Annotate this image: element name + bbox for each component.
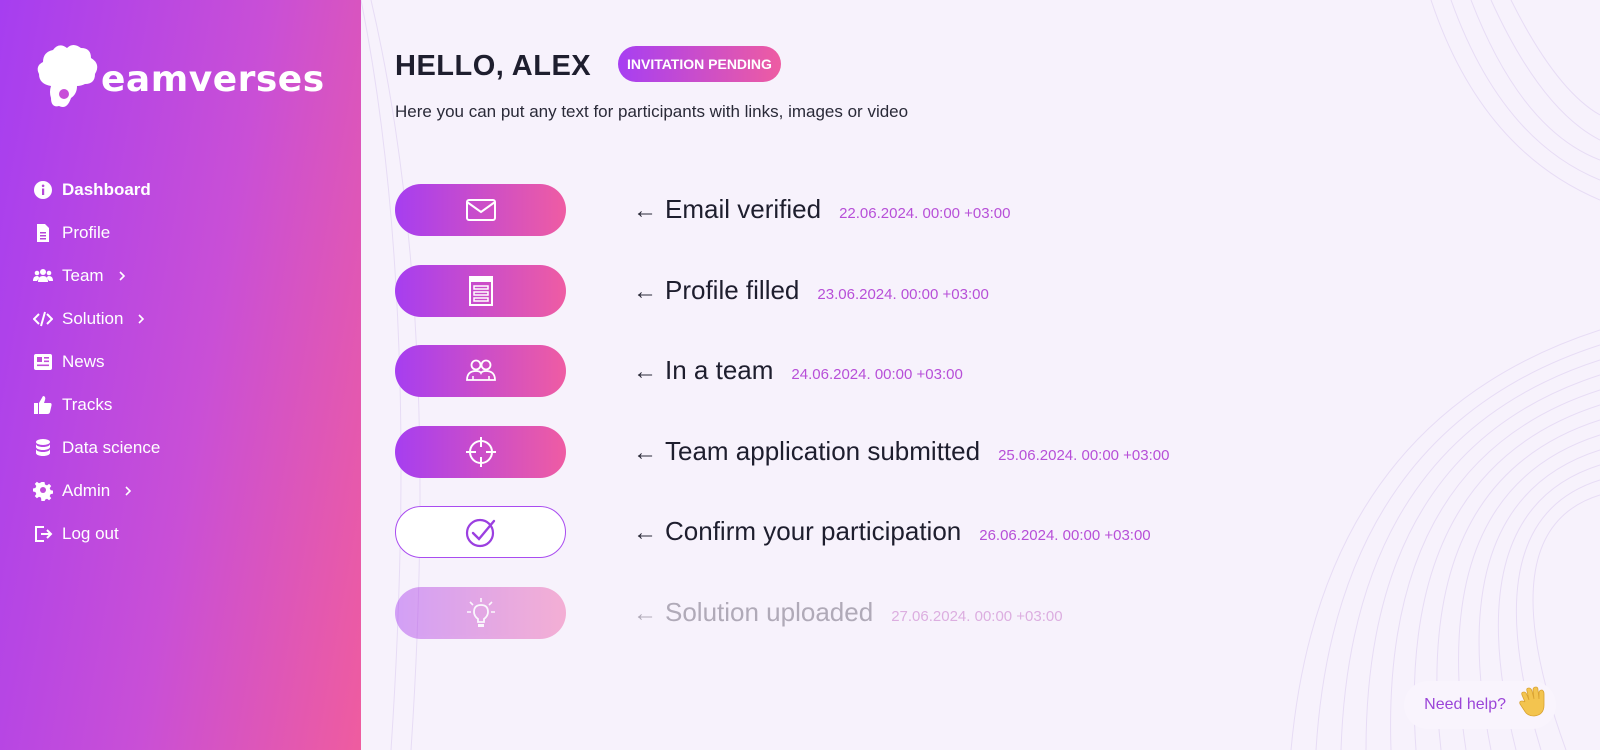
chevron-right-icon bbox=[137, 313, 147, 325]
database-icon bbox=[33, 438, 53, 458]
team-icon bbox=[465, 359, 496, 381]
step-label: ← In a team 24.06.2024. 00:00 +03:00 bbox=[633, 355, 963, 386]
document-icon bbox=[33, 223, 53, 243]
page-title: HELLO, ALEX bbox=[395, 50, 592, 82]
sidebar-item-admin[interactable]: Admin bbox=[33, 469, 160, 512]
logo[interactable]: eamverses bbox=[33, 42, 325, 112]
sidebar-item-news[interactable]: News bbox=[33, 340, 160, 383]
step-button[interactable] bbox=[395, 345, 566, 397]
step-title: In a team bbox=[665, 355, 774, 385]
sidebar-item-dashboard[interactable]: Dashboard bbox=[33, 168, 160, 211]
step-button[interactable] bbox=[395, 426, 566, 478]
step-label: ← Confirm your participation 26.06.2024.… bbox=[633, 516, 1151, 547]
crosshair-icon bbox=[465, 437, 496, 467]
sidebar-item-team[interactable]: Team bbox=[33, 254, 160, 297]
sidebar-nav: Dashboard Profile Team Solution News Tra… bbox=[33, 168, 160, 555]
arrow-left-icon: ← bbox=[633, 519, 657, 546]
step-button[interactable] bbox=[395, 265, 566, 317]
step-button[interactable] bbox=[395, 587, 566, 639]
sidebar-item-logout[interactable]: Log out bbox=[33, 512, 160, 555]
brand-name: eamverses bbox=[101, 58, 325, 100]
waving-hand-icon bbox=[1516, 686, 1548, 724]
form-icon bbox=[468, 276, 493, 306]
users-icon bbox=[33, 266, 53, 286]
step-team-application-submitted: ← Team application submitted 25.06.2024.… bbox=[395, 426, 1295, 478]
arrow-left-icon: ← bbox=[633, 439, 657, 466]
step-date: 24.06.2024. 00:00 +03:00 bbox=[791, 366, 963, 383]
sidebar-item-label: Dashboard bbox=[62, 179, 151, 199]
intro-text: Here you can put any text for participan… bbox=[395, 102, 909, 121]
help-button[interactable]: Need help? bbox=[1404, 681, 1556, 729]
sidebar-item-profile[interactable]: Profile bbox=[33, 211, 160, 254]
step-title: Confirm your participation bbox=[665, 516, 962, 546]
step-date: 25.06.2024. 00:00 +03:00 bbox=[998, 447, 1170, 464]
step-button[interactable] bbox=[395, 184, 566, 236]
sidebar-item-label: Solution bbox=[62, 308, 124, 328]
step-in-a-team: ← In a team 24.06.2024. 00:00 +03:00 bbox=[395, 345, 1295, 397]
step-label: ← Profile filled 23.06.2024. 00:00 +03:0… bbox=[633, 275, 989, 306]
step-date: 22.06.2024. 00:00 +03:00 bbox=[839, 205, 1011, 222]
arrow-left-icon: ← bbox=[633, 600, 657, 627]
sidebar-item-label: Data science bbox=[62, 437, 161, 457]
sidebar-item-label: News bbox=[62, 351, 105, 371]
thumbs-up-icon bbox=[33, 395, 53, 415]
chevron-right-icon bbox=[124, 485, 134, 497]
envelope-icon bbox=[465, 199, 496, 221]
newspaper-icon bbox=[33, 352, 53, 372]
sidebar-item-data-science[interactable]: Data science bbox=[33, 426, 160, 469]
step-title: Solution uploaded bbox=[665, 597, 874, 627]
arrow-left-icon: ← bbox=[633, 358, 657, 385]
sidebar-item-label: Profile bbox=[62, 222, 111, 242]
sidebar-item-solution[interactable]: Solution bbox=[33, 297, 160, 340]
chevron-right-icon bbox=[118, 270, 128, 282]
logo-icon bbox=[37, 45, 98, 107]
check-circle-icon bbox=[465, 518, 495, 548]
confirm-participation-button[interactable] bbox=[395, 506, 566, 558]
step-title: Profile filled bbox=[665, 275, 800, 305]
step-date: 26.06.2024. 00:00 +03:00 bbox=[979, 527, 1151, 544]
lightbulb-icon bbox=[466, 598, 495, 627]
info-icon bbox=[33, 180, 53, 200]
sidebar-item-label: Log out bbox=[62, 523, 119, 543]
help-label: Need help? bbox=[1424, 696, 1506, 713]
step-solution-uploaded: ← Solution uploaded 27.06.2024. 00:00 +0… bbox=[395, 587, 1295, 639]
step-email-verified: ← Email verified 22.06.2024. 00:00 +03:0… bbox=[395, 184, 1295, 236]
step-date: 23.06.2024. 00:00 +03:00 bbox=[817, 286, 989, 303]
step-label: ← Solution uploaded 27.06.2024. 00:00 +0… bbox=[633, 597, 1063, 628]
code-icon bbox=[33, 309, 53, 329]
step-confirm-participation: ← Confirm your participation 26.06.2024.… bbox=[395, 506, 1295, 558]
sidebar-item-label: Tracks bbox=[62, 394, 113, 414]
arrow-left-icon: ← bbox=[633, 278, 657, 305]
step-label: ← Team application submitted 25.06.2024.… bbox=[633, 436, 1169, 467]
arrow-left-icon: ← bbox=[633, 197, 657, 224]
sidebar-item-tracks[interactable]: Tracks bbox=[33, 383, 160, 426]
sidebar-item-label: Admin bbox=[62, 480, 111, 500]
step-date: 27.06.2024. 00:00 +03:00 bbox=[891, 608, 1063, 625]
gear-icon bbox=[33, 481, 53, 501]
step-label: ← Email verified 22.06.2024. 00:00 +03:0… bbox=[633, 194, 1010, 225]
status-badge: INVITATION PENDING bbox=[618, 46, 781, 82]
step-title: Team application submitted bbox=[665, 436, 981, 466]
sidebar: eamverses Dashboard Profile Team Solutio… bbox=[0, 0, 361, 750]
logout-icon bbox=[33, 524, 53, 544]
step-profile-filled: ← Profile filled 23.06.2024. 00:00 +03:0… bbox=[395, 265, 1295, 317]
step-title: Email verified bbox=[665, 194, 822, 224]
sidebar-item-label: Team bbox=[62, 265, 104, 285]
